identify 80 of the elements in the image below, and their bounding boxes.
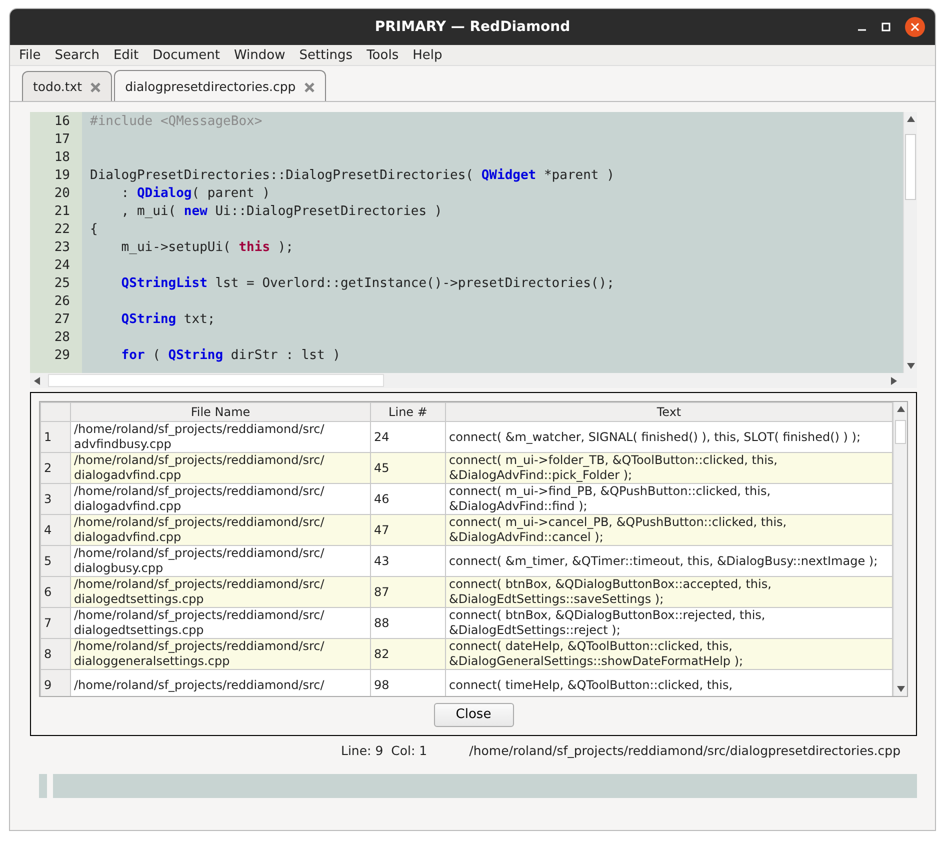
tab-label: todo.txt (33, 78, 82, 96)
line-number: 23 (53, 239, 70, 257)
menu-item[interactable]: File (12, 45, 48, 65)
scrollbar-thumb[interactable] (905, 134, 916, 200)
line-number-cell: 87 (370, 576, 446, 608)
file-name-cell: /home/roland/sf_projects/reddiamond/src/ dialogadvfind.cpp (70, 514, 370, 546)
scrollbar-thumb[interactable] (48, 374, 384, 387)
column-header[interactable]: Text (446, 402, 892, 422)
scroll-left-icon[interactable] (34, 376, 40, 384)
row-number: 4 (40, 514, 70, 546)
line-number: 25 (53, 275, 70, 293)
code-text-cell: connect( dateHelp, &QToolButton::clicked, this, &DialogGeneralSettings::showDateFormatHelp ); (446, 638, 892, 670)
code-editor[interactable] (82, 112, 903, 373)
tab[interactable]: todo.txt (22, 71, 112, 101)
row-number: 3 (40, 484, 70, 514)
code-line: { (90, 221, 99, 239)
column-header[interactable]: Line # (370, 402, 446, 422)
menu-item[interactable]: Document (146, 45, 227, 65)
row-number: 1 (40, 422, 70, 452)
code-line: #include <QMessageBox> (90, 113, 264, 131)
tab-label: dialogpresetdirectories.cpp (125, 78, 296, 96)
code-line: : QDialog( parent ) (120, 185, 272, 203)
line-number: 20 (53, 185, 70, 203)
line-number: 21 (53, 203, 70, 221)
scroll-up-icon[interactable] (907, 116, 915, 122)
close-tab-icon[interactable] (90, 82, 102, 94)
file-name-cell: /home/roland/sf_projects/reddiamond/src/ dialoggeneralsettings.cpp (70, 638, 370, 670)
code-line: for ( QString dirStr : lst ) (120, 347, 342, 365)
code-text-cell: connect( btnBox, &QDialogButtonBox::accepted, this, &DialogEdtSettings::saveSettings ); (446, 576, 892, 608)
row-number: 8 (40, 638, 70, 670)
window-title: PRIMARY — RedDiamond (374, 18, 570, 36)
scrollbar-thumb[interactable] (895, 420, 906, 444)
line-number: 16 (53, 113, 70, 131)
tab[interactable]: dialogpresetdirectories.cpp (114, 70, 326, 101)
vertical-scrollbar[interactable] (903, 112, 917, 373)
file-name-cell: /home/roland/sf_projects/reddiamond/src/ dialogedtsettings.cpp (70, 576, 370, 608)
close-button[interactable]: Close (434, 703, 514, 726)
close-tab-icon[interactable] (304, 82, 315, 92)
code-line: QStringList lst = Overlord::getInstance()->presetDirectories(); (120, 275, 616, 293)
row-number: 2 (40, 452, 70, 484)
row-number: 7 (40, 608, 70, 638)
line-number: 19 (53, 167, 70, 185)
line-number: 17 (53, 131, 70, 149)
scroll-down-icon[interactable] (897, 686, 905, 692)
scroll-right-icon[interactable] (891, 376, 897, 384)
line-number: 26 (53, 293, 70, 311)
maximize-icon[interactable] (881, 22, 891, 32)
line-number-cell: 45 (370, 452, 446, 484)
code-line: m_ui->setupUi( this ); (120, 239, 295, 257)
code-text-cell: connect( m_ui->cancel_PB, &QPushButton::clicked, this, &DialogAdvFind::cancel ); (446, 514, 892, 546)
line-number: 29 (53, 347, 70, 365)
scroll-down-icon[interactable] (907, 363, 915, 369)
horizontal-scrollbar[interactable] (30, 373, 917, 388)
menu-item[interactable]: Help (406, 45, 450, 65)
cursor-position: Line: 9 Col: 1 (341, 742, 428, 760)
row-number: 6 (40, 576, 70, 608)
line-number: 22 (53, 221, 70, 239)
menu-item[interactable]: Edit (106, 45, 146, 65)
line-number-cell: 82 (370, 638, 446, 670)
scroll-up-icon[interactable] (897, 406, 905, 412)
line-number: 27 (53, 311, 70, 329)
row-number: 9 (40, 670, 70, 696)
menu-item[interactable]: Search (48, 45, 106, 65)
code-line: QString txt; (120, 311, 216, 329)
code-line: , m_ui( new Ui::DialogPresetDirectories ) (120, 203, 444, 221)
file-name-cell: /home/roland/sf_projects/reddiamond/src/ dialogadvfind.cpp (70, 452, 370, 484)
close-icon[interactable] (905, 17, 925, 37)
menu-item[interactable]: Settings (292, 45, 360, 65)
line-number: 18 (53, 149, 70, 167)
file-path: /home/roland/sf_projects/reddiamond/src/dialogpresetdirectories.cpp (469, 742, 901, 760)
menu-item[interactable]: Window (226, 45, 292, 65)
vertical-scrollbar[interactable] (893, 402, 907, 696)
line-number: 24 (53, 257, 70, 275)
line-number-cell: 47 (370, 514, 446, 546)
code-line: DialogPresetDirectories::DialogPresetDirectories( QWidget *parent ) (90, 167, 616, 185)
row-number: 5 (40, 546, 70, 576)
code-text-cell: connect( m_ui->folder_TB, &QToolButton::clicked, this, &DialogAdvFind::pick_Folder ); (446, 452, 892, 484)
column-header[interactable]: File Name (70, 402, 370, 422)
line-number: 28 (53, 329, 70, 347)
menu-item[interactable]: Tools (360, 45, 406, 65)
